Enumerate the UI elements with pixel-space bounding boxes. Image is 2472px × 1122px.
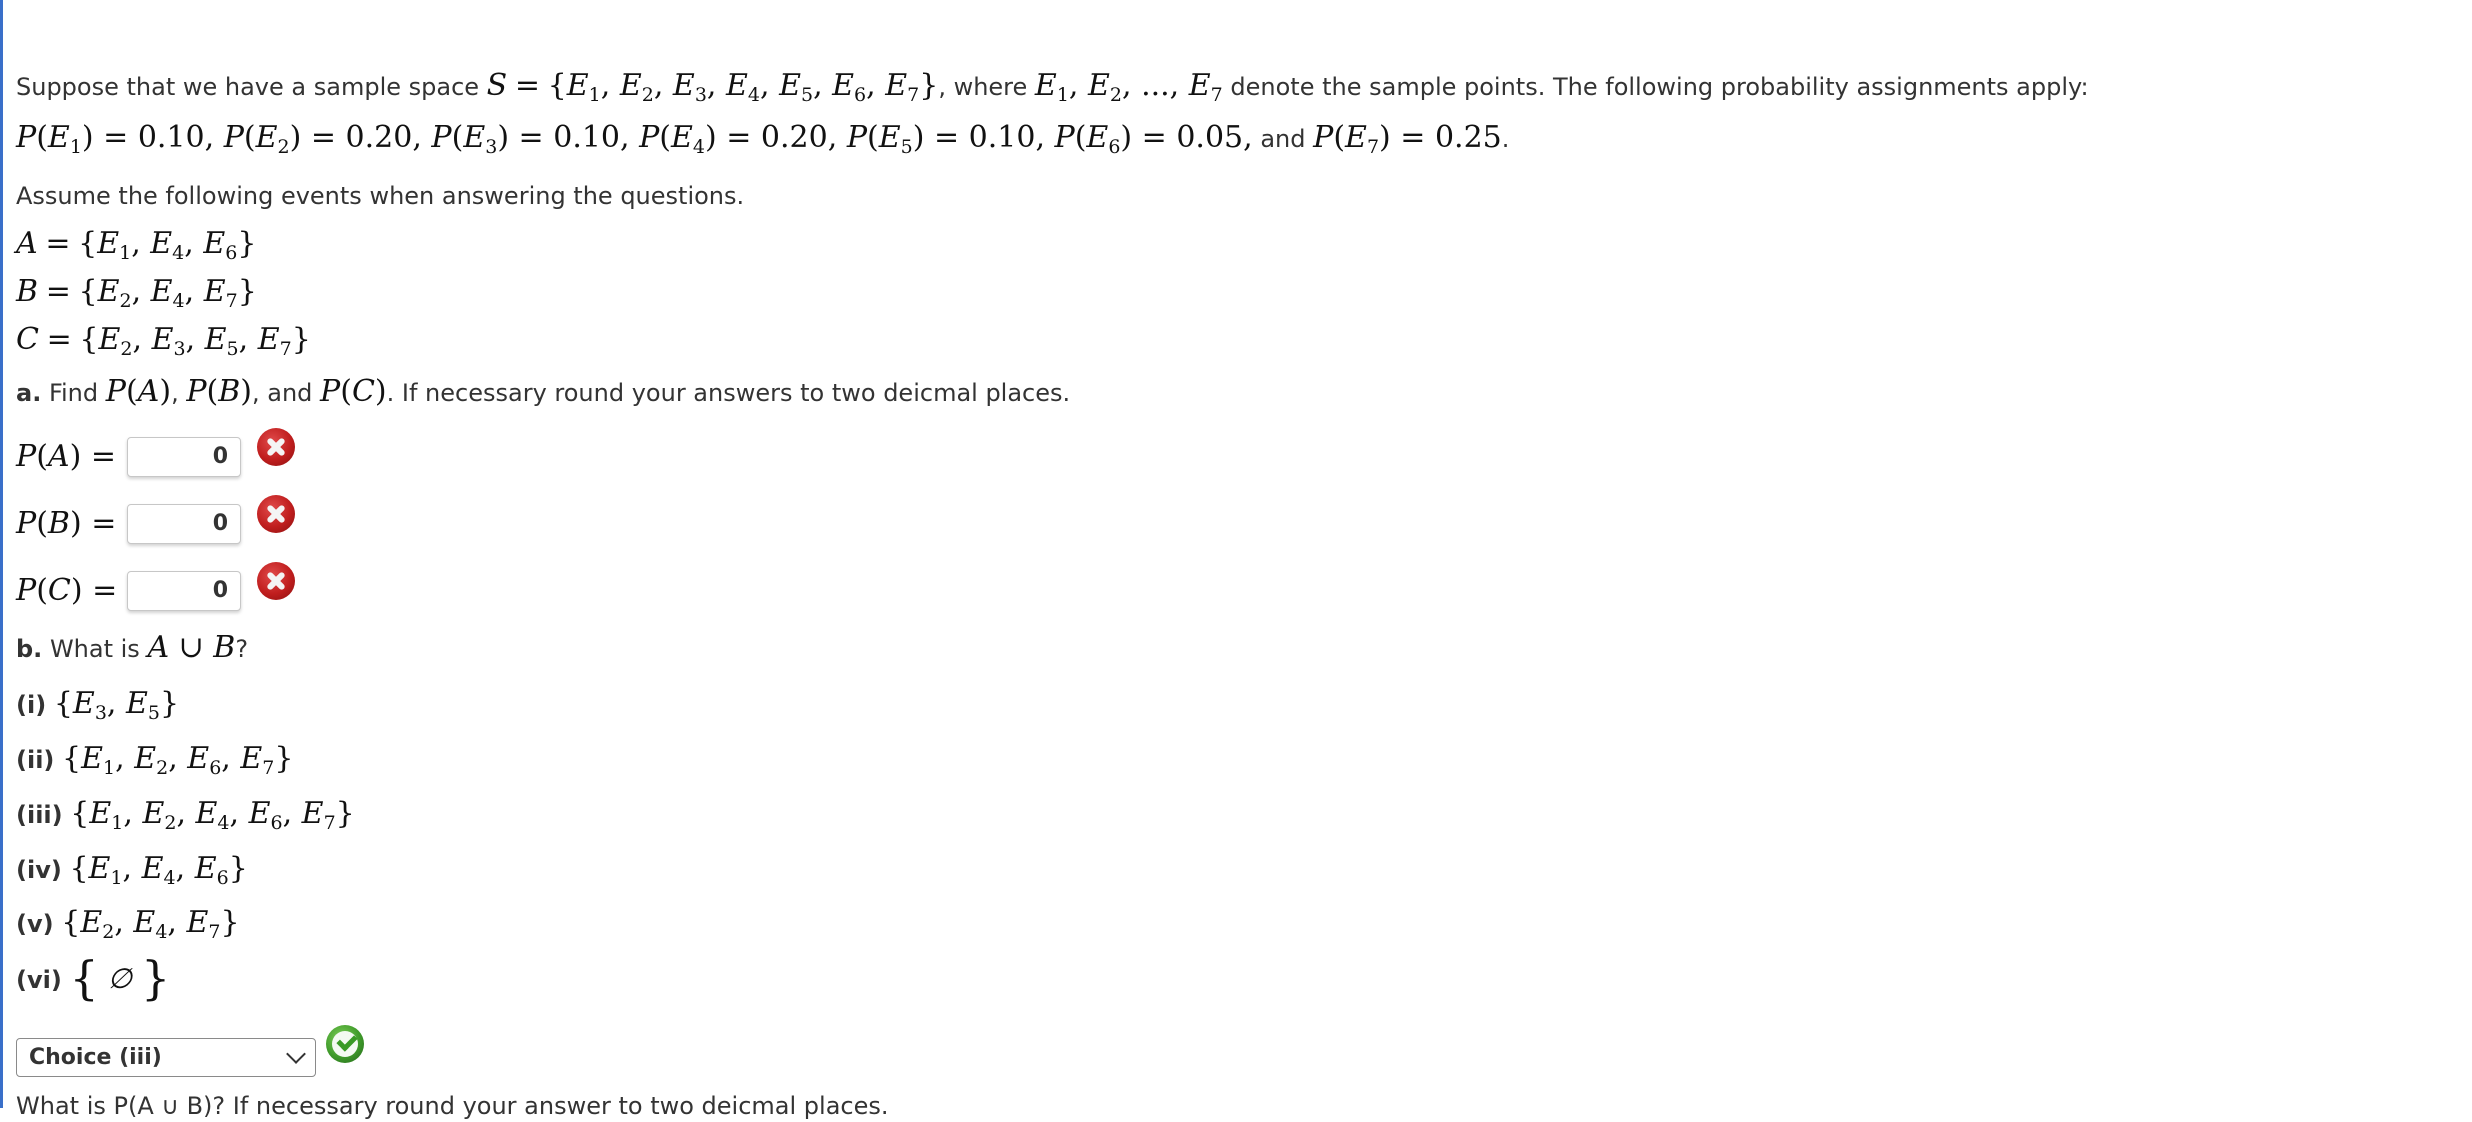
incorrect-x-icon	[257, 428, 295, 466]
answer-input-pc[interactable]: 0	[127, 571, 241, 611]
answer-label: P(C) =	[16, 573, 118, 608]
answer-label: P(A) =	[16, 439, 116, 474]
part-a-terms: P(A), P(B), and P(C)	[105, 374, 387, 409]
intro-text-suffix: denote the sample points. The following …	[1230, 73, 2089, 101]
part-a-suffix: . If necessary round your answers to two…	[386, 379, 1071, 407]
incorrect-x-icon	[257, 495, 295, 533]
part-b-suffix: ?	[235, 635, 249, 663]
intro-text-middle: , where	[938, 73, 1028, 101]
choice-option: (v) {E2, E4, E7}	[16, 905, 240, 944]
probability-item: P(E5) = 0.10	[846, 120, 1036, 159]
probability-item: P(E6) = 0.05	[1054, 120, 1244, 159]
answer-input-pa[interactable]: 0	[127, 437, 241, 477]
choice-option: (vi) { ∅ }	[16, 951, 171, 1005]
choice-option: (iii) {E1, E2, E4, E6, E7}	[16, 796, 355, 835]
choice-option: (ii) {E1, E2, E6, E7}	[16, 741, 294, 780]
probability-item: P(E7) = 0.25	[1313, 120, 1502, 159]
part-a-label: a.	[16, 379, 42, 407]
probability-item: P(E1) = 0.10	[16, 120, 205, 159]
answer-select[interactable]: Choice (iii)	[16, 1038, 316, 1077]
part-a-question: a. Find P(A), P(B), and P(C). If necessa…	[16, 376, 1070, 409]
part-b-question: b. What is A ∪ B?	[16, 632, 248, 665]
part-b-followup: What is P(A ∪ B)? If necessary round you…	[16, 1092, 889, 1120]
event-definition-b: B = {E2, E4, E7}	[16, 274, 257, 313]
correct-check-icon	[326, 1025, 364, 1063]
probability-item: P(E2) = 0.20	[223, 120, 413, 159]
probability-item: P(E4) = 0.20	[639, 120, 828, 159]
part-b-prefix: What is	[49, 635, 140, 663]
choice-option: (i) {E3, E5}	[16, 686, 180, 725]
answer-label: P(B) =	[16, 506, 117, 541]
probability-assignments: P(E1) = 0.10, P(E2) = 0.20, P(E3) = 0.10…	[16, 120, 1510, 159]
probability-item: P(E3) = 0.10	[431, 120, 621, 159]
part-b-label: b.	[16, 635, 43, 663]
part-a-prefix: Find	[48, 379, 99, 407]
intro-paragraph: Suppose that we have a sample space S = …	[16, 70, 2089, 111]
and-text: and	[1260, 125, 1306, 153]
selected-choice: Choice (iii)	[29, 1045, 162, 1070]
cut-off-top-link[interactable]	[2230, 0, 2450, 4]
answer-input-pb[interactable]: 0	[127, 504, 241, 544]
sample-points-math: E1, E2, ..., E7	[1034, 68, 1223, 107]
incorrect-x-icon	[257, 562, 295, 600]
chevron-down-icon	[286, 1044, 306, 1064]
left-accent-border	[0, 0, 3, 1108]
event-definition-c: C = {E2, E3, E5, E7}	[16, 322, 311, 361]
assume-text: Assume the following events when answeri…	[16, 182, 745, 210]
union-expression: A ∪ B	[147, 630, 236, 665]
event-definition-a: A = {E1, E4, E6}	[16, 226, 257, 265]
choice-option: (iv) {E1, E4, E6}	[16, 851, 248, 890]
intro-text: Suppose that we have a sample space	[16, 73, 480, 101]
sample-space-math: S = {E1, E2, E3, E4, E5, E6, E7}	[486, 68, 939, 107]
